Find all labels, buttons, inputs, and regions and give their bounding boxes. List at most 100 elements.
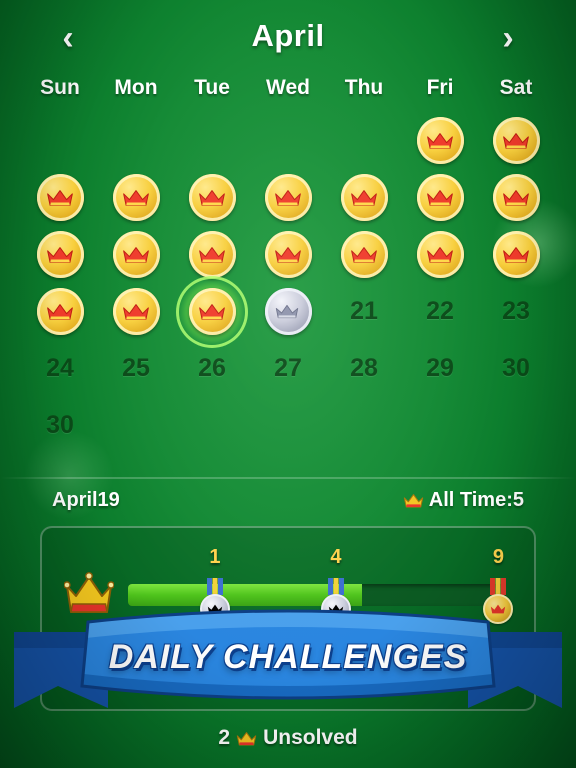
crown-icon [328,604,344,614]
calendar-day-number: 30 [46,411,74,439]
crown-icon [236,731,257,746]
medal-disc [320,594,351,624]
crown-coin-icon [112,288,160,335]
calendar-day-completed[interactable] [22,226,98,283]
section-divider [0,477,576,479]
unsolved-count: 2 [218,726,231,749]
calendar-day-future[interactable]: 27 [250,340,326,397]
weekday-label: Sun [40,76,80,99]
calendar-day-empty [250,112,326,169]
calendar-day-empty [174,112,250,169]
calendar-day-completed[interactable] [250,169,326,226]
calendar-day-empty [326,397,402,454]
tier-medal-icon[interactable] [317,578,355,624]
weekday-label: Mon [114,76,158,99]
weekday-label: Thu [344,76,384,99]
calendar-day-number: 24 [46,354,74,382]
medal-disc [483,594,514,624]
selected-date-label: April19 [52,489,120,511]
previous-month-button[interactable]: ‹ [42,16,94,60]
silver-coin-icon [264,288,312,335]
calendar-day-empty [98,397,174,454]
crown-coin-icon [188,288,236,335]
calendar-day-number: 27 [274,354,302,382]
calendar-day-completed[interactable] [326,226,402,283]
crown-coin-icon [416,117,464,164]
calendar-day-empty [326,112,402,169]
calendar-day-future[interactable]: 25 [98,340,174,397]
calendar-day-completed[interactable] [478,169,554,226]
calendar-day-completed[interactable] [478,112,554,169]
calendar-day-future[interactable]: 23 [478,283,554,340]
calendar-day-completed[interactable] [98,169,174,226]
next-month-button[interactable]: › [482,16,534,60]
crown-coin-icon [36,231,84,278]
calendar-day-future[interactable]: 29 [402,340,478,397]
tier-threshold-label: 9 [492,546,504,568]
calendar-day-completed[interactable] [250,226,326,283]
crown-coin-icon [188,231,236,278]
crown-coin-icon [492,117,540,164]
calendar-day-completed[interactable] [98,283,174,340]
unsolved-label: Unsolved [263,726,358,749]
calendar-day-completed[interactable] [402,169,478,226]
tier-medal-icon[interactable] [479,578,517,624]
page-title: April [251,18,325,53]
crown-coin-icon [264,231,312,278]
calendar-day-future[interactable]: 26 [174,340,250,397]
calendar-day-empty [402,397,478,454]
tier-medal-icon[interactable] [196,578,234,624]
crown-coin-icon [492,174,540,221]
crown-coin-icon [36,174,84,221]
crown-coin-icon [36,288,84,335]
calendar-day-future[interactable]: 30 [478,340,554,397]
calendar-day-completed[interactable] [22,283,98,340]
challenge-progress-panel: 1 4 9 [40,526,536,711]
crown-coin-icon [188,174,236,221]
calendar-day-future[interactable]: 21 [326,283,402,340]
calendar-day-future[interactable]: 30 [22,397,98,454]
weekday-label: Wed [266,76,310,99]
crown-coin-icon [416,174,464,221]
tier-threshold-label: 1 [209,546,221,568]
calendar-day-empty [478,397,554,454]
crown-coin-icon [112,174,160,221]
stats-row: April19 All Time:5 [0,489,576,512]
crown-icon [207,604,223,614]
crown-coin-icon [264,174,312,221]
calendar-day-number: 30 [502,354,530,382]
all-time-label: All Time:5 [428,489,524,511]
calendar-day-completed[interactable] [174,169,250,226]
chevron-right-icon: › [502,19,514,57]
calendar-day-completed[interactable] [402,226,478,283]
all-time-stat: All Time:5 [403,489,524,512]
weekday-header-row: Sun Mon Tue Wed Thu Fri Sat [0,76,576,100]
crown-coin-icon [416,231,464,278]
calendar-day-completed[interactable] [98,226,174,283]
weekday-label: Sat [499,76,533,99]
unsolved-status: 2 Unsolved [0,726,576,750]
calendar-day-empty [250,397,326,454]
calendar-day-number: 21 [350,297,378,325]
crown-icon [403,494,423,508]
calendar-day-future[interactable]: 24 [22,340,98,397]
calendar-day-number: 25 [122,354,150,382]
calendar-day-completed[interactable] [174,278,250,345]
calendar-day-completed[interactable] [174,226,250,283]
calendar-day-empty [174,397,250,454]
crown-coin-icon [112,231,160,278]
calendar-day-completed[interactable] [478,226,554,283]
calendar-day-completed[interactable] [402,112,478,169]
tier-threshold-label: 4 [330,546,342,568]
calendar-day-today[interactable] [250,283,326,340]
calendar-day-completed[interactable] [22,169,98,226]
calendar-day-future[interactable]: 28 [326,340,402,397]
calendar-day-empty [98,112,174,169]
calendar-day-future[interactable]: 22 [402,283,478,340]
calendar-header: ‹ April › [0,0,576,72]
crown-icon [491,604,506,614]
calendar-day-number: 28 [350,354,378,382]
calendar-day-number: 29 [426,354,454,382]
crown-coin-icon [340,231,388,278]
calendar-day-completed[interactable] [326,169,402,226]
